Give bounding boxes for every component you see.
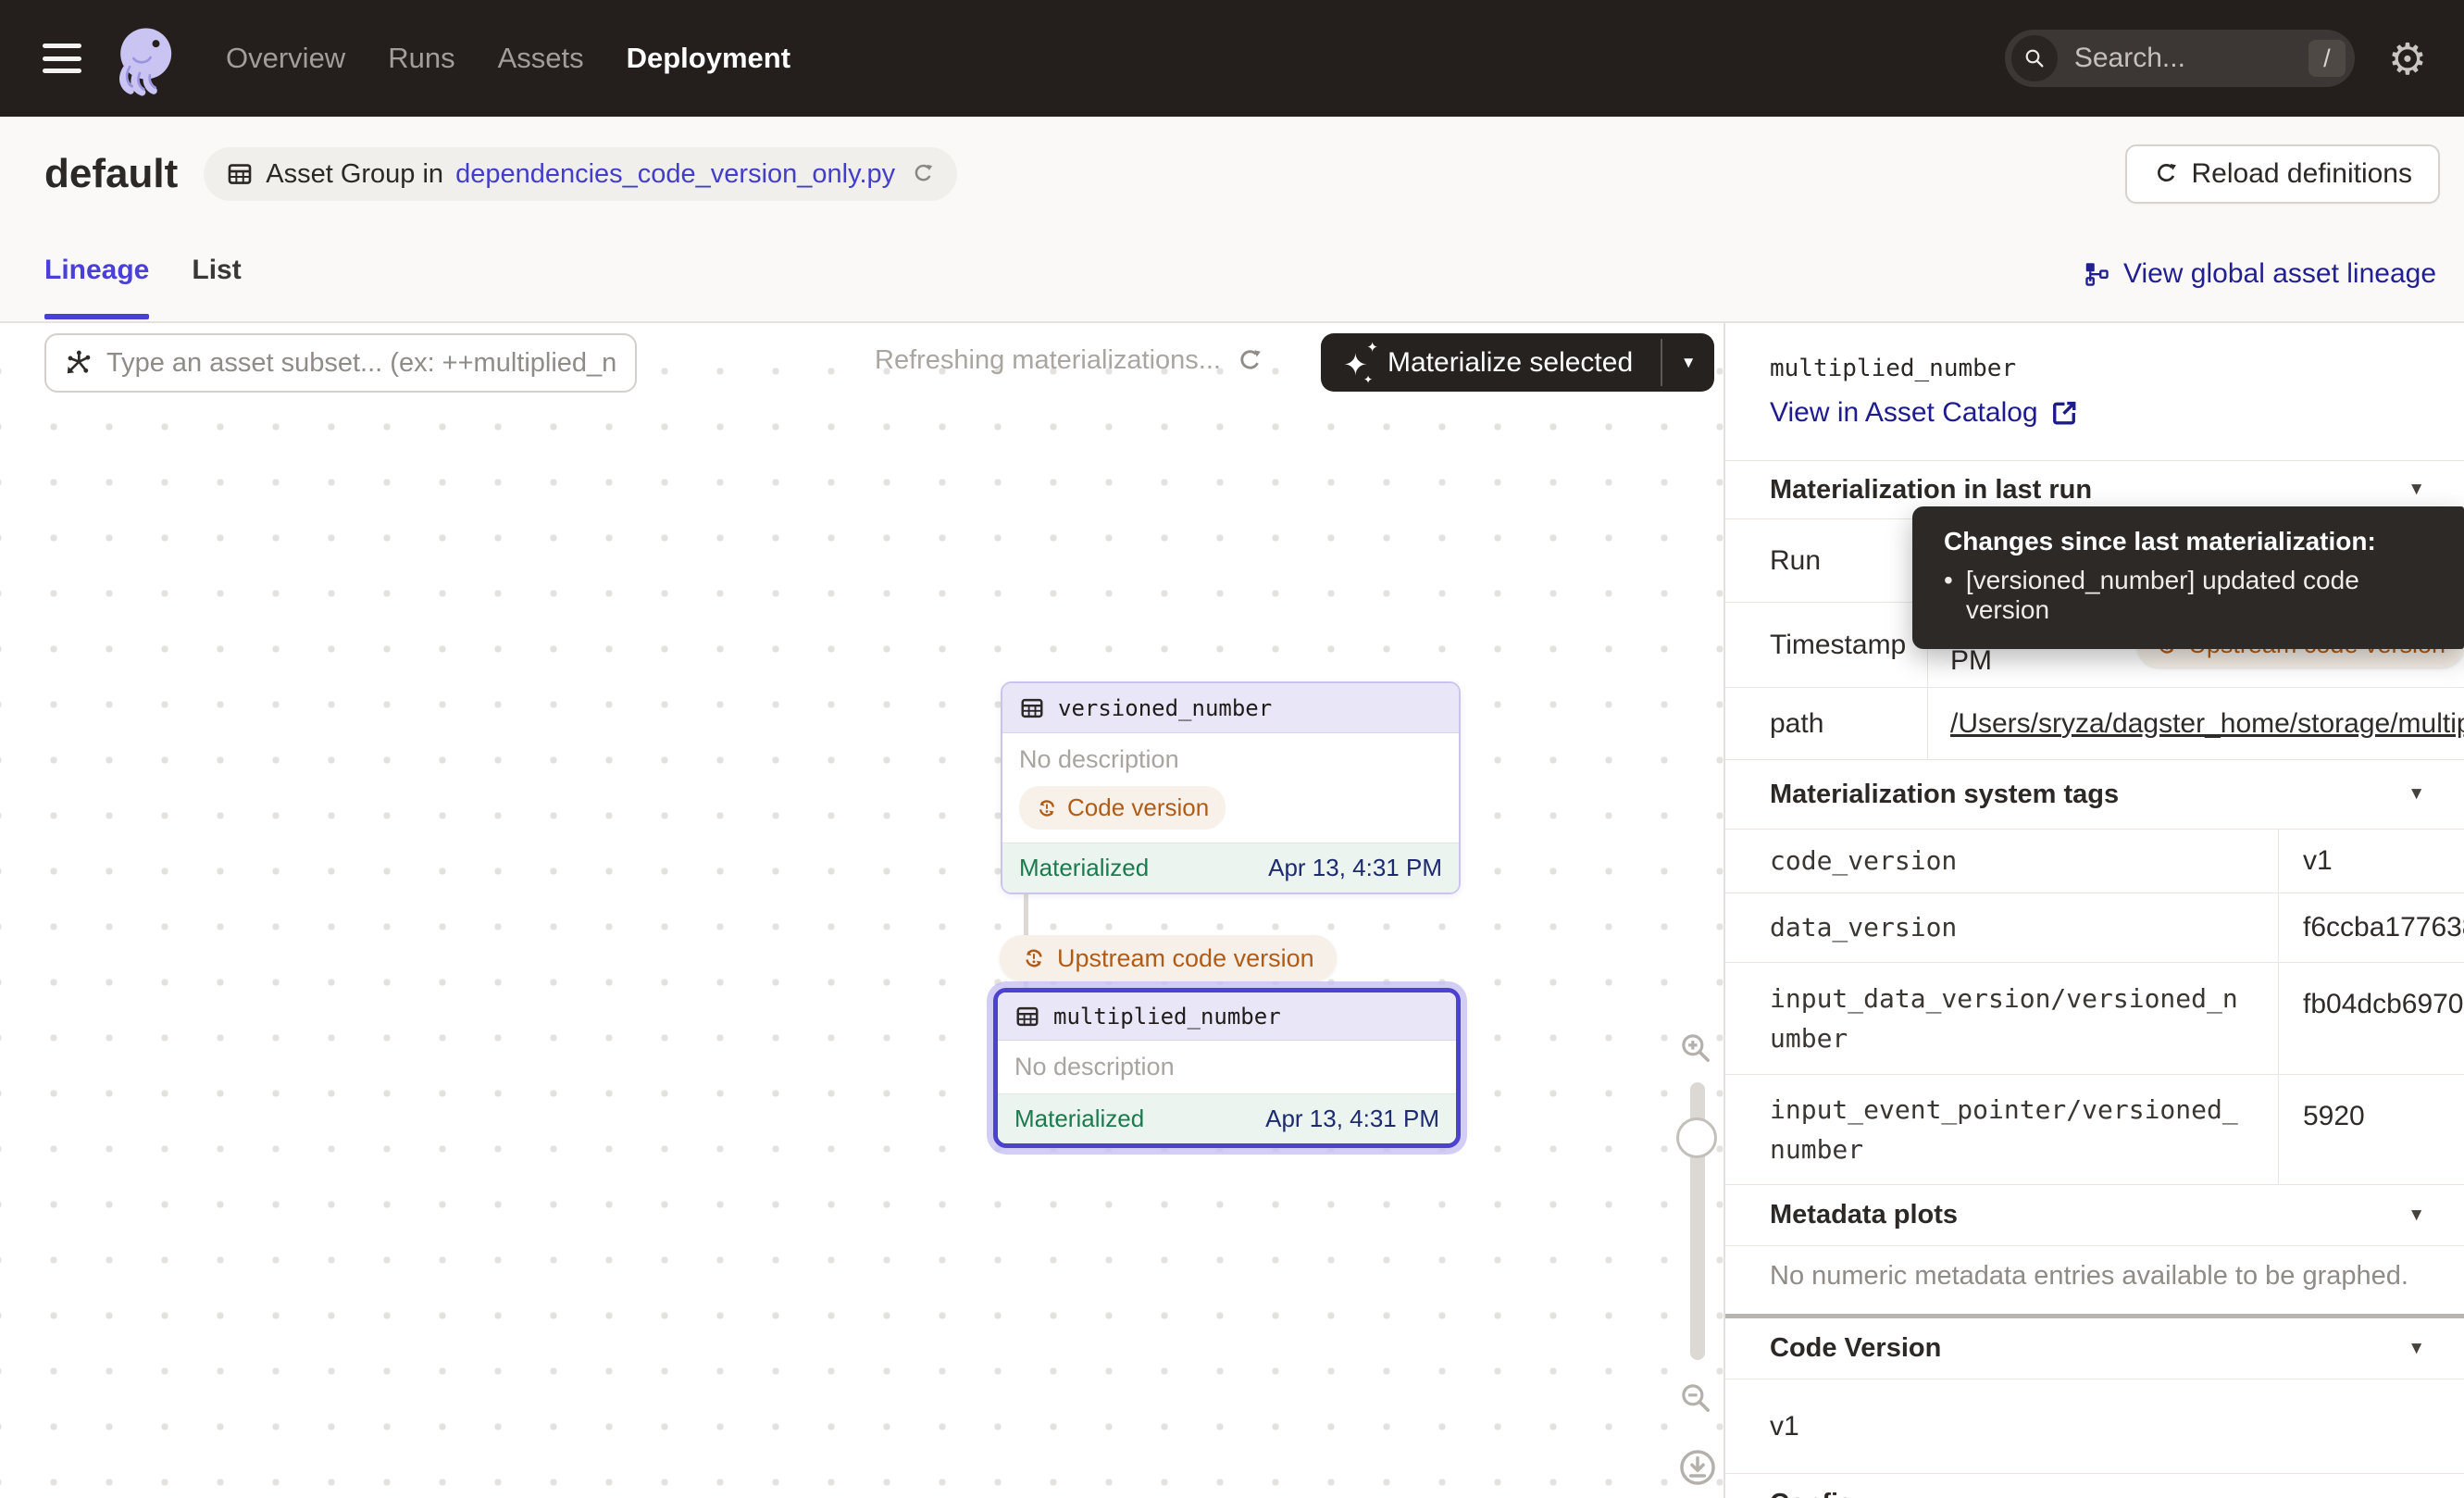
upstream-code-version-badge: Upstream code version — [1000, 935, 1337, 981]
view-in-asset-catalog-link[interactable]: View in Asset Catalog — [1770, 397, 2464, 429]
tag-key: code_version — [1725, 830, 2279, 893]
section-code-version: Code Version ▼ — [1725, 1318, 2464, 1379]
page-title: default — [44, 151, 178, 197]
tag-row-input-event-pointer: input_event_pointer/versioned_number 592… — [1725, 1074, 2464, 1184]
asset-node-multiplied-number[interactable]: multiplied_number No description Materia… — [993, 988, 1461, 1148]
settings-gear-icon[interactable]: ⚙ — [2388, 37, 2427, 81]
external-link-icon — [2050, 399, 2078, 427]
asset-group-reload-icon[interactable] — [911, 162, 935, 186]
view-global-asset-lineage-link[interactable]: View global asset lineage — [2083, 258, 2436, 290]
nav-links: Overview Runs Assets Deployment — [226, 42, 790, 75]
tab-list[interactable]: List — [192, 255, 241, 321]
panel-asset-title: multiplied_number — [1770, 355, 2464, 382]
materialized-status: Materialized — [1014, 1105, 1144, 1133]
tooltip-title: Changes since last materialization: — [1944, 527, 2438, 556]
dagster-logo[interactable] — [107, 19, 181, 97]
metadata-plots-empty-text: No numeric metadata entries available to… — [1725, 1245, 2464, 1314]
hamburger-menu-icon[interactable] — [43, 44, 81, 73]
materialize-selected-button[interactable]: ✦ ✦ ✦ Materialize selected ▼ — [1321, 333, 1714, 392]
nav-item-overview[interactable]: Overview — [226, 42, 345, 75]
tag-row-code-version: code_version v1 — [1725, 829, 2464, 893]
timestamp-label: Timestamp — [1725, 603, 1928, 687]
table-icon — [1019, 695, 1045, 721]
tag-row-data-version: data_version f6ccba177638 — [1725, 893, 2464, 962]
zoom-slider-knob[interactable] — [1676, 1117, 1717, 1158]
chevron-down-icon[interactable]: ▼ — [2408, 480, 2425, 500]
code-version-icon — [1022, 946, 1046, 970]
materialized-timestamp[interactable]: Apr 13, 4:31 PM — [1265, 1105, 1439, 1133]
search-input[interactable] — [2074, 43, 2308, 74]
nav-item-deployment[interactable]: Deployment — [627, 42, 790, 75]
asset-group-table-icon — [226, 160, 254, 188]
top-nav: Overview Runs Assets Deployment / ⚙ — [0, 0, 2464, 117]
chevron-down-icon[interactable]: ▼ — [2408, 1205, 2425, 1226]
chevron-down-icon[interactable]: ▼ — [2408, 784, 2425, 805]
code-version-badge: Code version — [1019, 786, 1226, 830]
zoom-out-icon[interactable] — [1678, 1380, 1713, 1416]
asset-subset-input[interactable] — [106, 348, 618, 379]
path-link[interactable]: /Users/sryza/dagster_home/storage/multip — [1950, 708, 2464, 740]
section-metadata-plots: Metadata plots ▼ — [1725, 1184, 2464, 1245]
materialize-dropdown-caret[interactable]: ▼ — [1662, 333, 1714, 392]
asset-node-description: No description — [1014, 1053, 1439, 1081]
asset-selector-icon — [63, 348, 93, 378]
tag-value: v1 — [2279, 830, 2464, 893]
materialized-status: Materialized — [1019, 854, 1149, 882]
chevron-down-icon[interactable]: ▼ — [2408, 1339, 2425, 1359]
asset-node-versioned-number[interactable]: versioned_number No description Code ver… — [1001, 681, 1461, 894]
asset-node-name: versioned_number — [1058, 695, 1272, 721]
changes-tooltip: Changes since last materialization: • [v… — [1912, 506, 2464, 649]
code-version-value: v1 — [1725, 1379, 2464, 1473]
refreshing-label: Refreshing materializations... — [875, 345, 1221, 376]
materialize-selected-label: Materialize selected — [1388, 347, 1633, 379]
sparkle-icon: ✦ ✦ ✦ — [1343, 344, 1375, 381]
section-config: Config — [1725, 1473, 2464, 1498]
tag-value: 5920 — [2279, 1075, 2464, 1184]
search-box[interactable]: / — [2005, 30, 2355, 87]
asset-group-prefix: Asset Group in — [266, 159, 443, 190]
reload-definitions-button[interactable]: Reload definitions — [2125, 144, 2441, 204]
table-icon — [1014, 1004, 1040, 1030]
code-version-icon — [1036, 797, 1058, 819]
search-shortcut-badge: / — [2308, 40, 2346, 77]
refresh-materializations-icon[interactable] — [1236, 347, 1263, 375]
path-label: path — [1725, 688, 1928, 759]
nav-item-assets[interactable]: Assets — [498, 42, 584, 75]
bullet-icon: • — [1944, 566, 1953, 625]
tag-key: data_version — [1725, 893, 2279, 962]
asset-details-panel: multiplied_number View in Asset Catalog … — [1724, 323, 2464, 1498]
asset-lineage-canvas[interactable]: Refreshing materializations... ✦ ✦ ✦ Mat… — [0, 323, 1724, 1498]
download-graph-icon[interactable] — [1677, 1447, 1718, 1488]
zoom-in-icon[interactable] — [1678, 1030, 1713, 1066]
tag-key: input_event_pointer/versioned_number — [1725, 1075, 2279, 1184]
refreshing-status: Refreshing materializations... — [875, 345, 1263, 376]
row-path: path /Users/sryza/dagster_home/storage/m… — [1725, 687, 2464, 759]
asset-node-description: No description — [1019, 745, 1442, 774]
view-in-asset-catalog-label: View in Asset Catalog — [1770, 397, 2038, 429]
tag-value: fb04dcb6970 — [2279, 963, 2464, 1074]
materialized-timestamp[interactable]: Apr 13, 4:31 PM — [1268, 854, 1442, 882]
section-materialization-system-tags: Materialization system tags ▼ — [1725, 759, 2464, 829]
tag-key: input_data_version/versioned_number — [1725, 963, 2279, 1074]
nav-item-runs[interactable]: Runs — [388, 42, 454, 75]
asset-node-name: multiplied_number — [1053, 1004, 1281, 1030]
tab-lineage[interactable]: Lineage — [44, 255, 149, 321]
lineage-graph-icon — [2083, 260, 2110, 288]
asset-subset-filter[interactable] — [44, 333, 637, 393]
tag-row-input-data-version: input_data_version/versioned_number fb04… — [1725, 962, 2464, 1074]
page-header: default Asset Group in dependencies_code… — [0, 117, 2464, 323]
view-global-asset-lineage-label: View global asset lineage — [2123, 258, 2436, 290]
run-label: Run — [1725, 519, 1928, 602]
asset-group-file-link[interactable]: dependencies_code_version_only.py — [455, 159, 895, 190]
reload-definitions-label: Reload definitions — [2192, 158, 2413, 190]
search-icon — [2011, 35, 2058, 81]
tooltip-item: [versioned_number] updated code version — [1966, 566, 2438, 625]
tag-value: f6ccba177638 — [2279, 893, 2464, 962]
asset-group-pill: Asset Group in dependencies_code_version… — [204, 147, 957, 201]
refresh-icon — [2153, 161, 2179, 187]
view-tabs: Lineage List — [44, 255, 242, 321]
